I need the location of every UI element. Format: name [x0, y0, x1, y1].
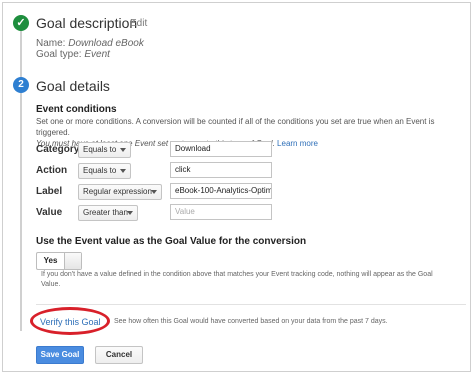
event-value-note: If you don't have a value defined in the…: [41, 270, 461, 290]
goal-setup-panel: ✓ Goal description Edit Name: Download e…: [2, 2, 471, 372]
event-value-note-line2: Value.: [41, 281, 61, 288]
save-goal-button[interactable]: Save Goal: [36, 346, 84, 364]
event-conditions-desc-line1: Set one or more conditions. A conversion…: [36, 117, 435, 137]
action-operator-select[interactable]: Equals to: [78, 163, 131, 179]
goal-type-label: Goal type:: [36, 49, 82, 60]
action-label: Action: [36, 165, 68, 176]
event-conditions-title: Event conditions: [36, 104, 117, 115]
label-label: Label: [36, 186, 63, 197]
value-value-input[interactable]: Value: [170, 204, 272, 220]
divider: [36, 304, 466, 305]
goal-name-label: Name:: [36, 38, 66, 49]
verify-goal-description: See how often this Goal would have conve…: [114, 318, 388, 325]
action-operator-value: Equals to: [83, 166, 117, 175]
goal-type-value: Event: [84, 49, 110, 60]
goal-name-line: Name: Download eBook: [36, 38, 144, 49]
toggle-yes-label: Yes: [37, 253, 65, 269]
value-label: Value: [36, 207, 63, 218]
label-operator-value: Regular expression: [83, 187, 152, 196]
step-rail: [20, 91, 22, 331]
category-operator-select[interactable]: Equals to: [78, 142, 131, 158]
action-value-input[interactable]: click: [170, 162, 272, 178]
event-value-note-line1: If you don't have a value defined in the…: [41, 271, 433, 278]
learn-more-link[interactable]: Learn more: [277, 139, 318, 148]
chevron-down-icon: [120, 169, 126, 173]
cancel-button[interactable]: Cancel: [95, 346, 143, 364]
goal-details-title: Goal details: [36, 78, 110, 94]
chevron-down-icon: [151, 190, 157, 194]
value-operator-value: Greater than: [83, 208, 128, 217]
toggle-knob: [65, 253, 81, 269]
value-operator-select[interactable]: Greater than: [78, 205, 138, 221]
goal-type-line: Goal type: Event: [36, 49, 110, 60]
label-operator-select[interactable]: Regular expression: [78, 184, 162, 200]
edit-link[interactable]: Edit: [130, 18, 147, 29]
label-value-input[interactable]: eBook-100-Analytics-Optim: [170, 183, 272, 199]
category-operator-value: Equals to: [83, 145, 117, 154]
step-number-badge: 2: [13, 77, 29, 93]
check-icon: ✓: [13, 15, 29, 31]
chevron-down-icon: [127, 211, 133, 215]
goal-description-title: Goal description: [36, 15, 138, 31]
category-value-input[interactable]: Download: [170, 141, 272, 157]
chevron-down-icon: [120, 148, 126, 152]
verify-goal-link[interactable]: Verify this Goal: [40, 317, 101, 327]
use-event-value-toggle[interactable]: Yes: [36, 252, 82, 270]
category-label: Category: [36, 144, 80, 155]
use-event-value-title: Use the Event value as the Goal Value fo…: [36, 236, 307, 247]
goal-name-value: Download eBook: [68, 38, 144, 49]
